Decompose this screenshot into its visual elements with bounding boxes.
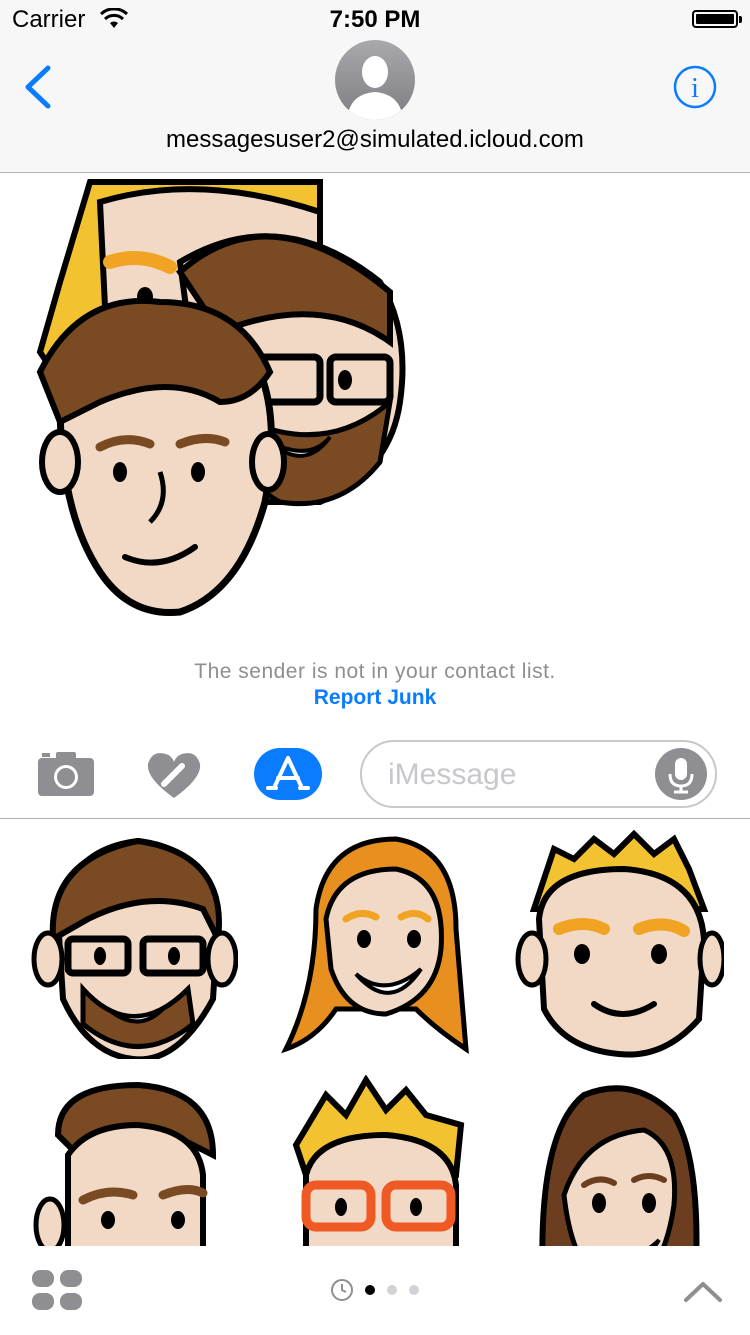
sticker-woman-orange-hair[interactable]	[276, 829, 486, 1059]
digital-touch-heart-icon[interactable]	[144, 750, 204, 800]
app-drawer-tray	[0, 1246, 750, 1334]
contact-name[interactable]: messagesuser2@simulated.icloud.com	[0, 126, 750, 154]
battery-icon	[692, 10, 742, 28]
person-silhouette-icon	[347, 56, 403, 120]
svg-text:i: i	[691, 73, 699, 104]
status-bar: Carrier 7:50 PM	[0, 0, 750, 40]
page-dot-3[interactable]	[409, 1285, 419, 1295]
sent-sticker-group-faces[interactable]	[20, 172, 440, 632]
dictation-button[interactable]	[655, 748, 707, 800]
info-icon[interactable]: i	[672, 64, 718, 110]
back-chevron-icon[interactable]	[18, 62, 58, 112]
camera-icon[interactable]	[36, 750, 96, 798]
sticker-man-blonde[interactable]	[514, 829, 724, 1059]
unknown-sender-notice: The sender is not in your contact list.	[194, 660, 556, 683]
contact-avatar[interactable]	[335, 40, 415, 120]
message-input[interactable]	[360, 740, 717, 808]
clock: 7:50 PM	[329, 6, 421, 33]
expand-chevron-up-icon[interactable]	[682, 1278, 724, 1304]
sticker-man-glasses-beard[interactable]	[28, 829, 238, 1059]
page-dot-2[interactable]	[387, 1285, 397, 1295]
recents-clock-icon[interactable]	[330, 1278, 354, 1302]
app-grid-icon[interactable]	[30, 1268, 84, 1312]
report-junk-link[interactable]: Report Junk	[0, 686, 750, 710]
page-dot-1[interactable]	[365, 1285, 375, 1295]
message-text-field[interactable]	[386, 752, 640, 798]
microphone-icon	[668, 758, 694, 794]
app-store-icon[interactable]	[254, 748, 322, 800]
conversation-header: Carrier 7:50 PM messagesuser2@simulated.…	[0, 0, 750, 173]
